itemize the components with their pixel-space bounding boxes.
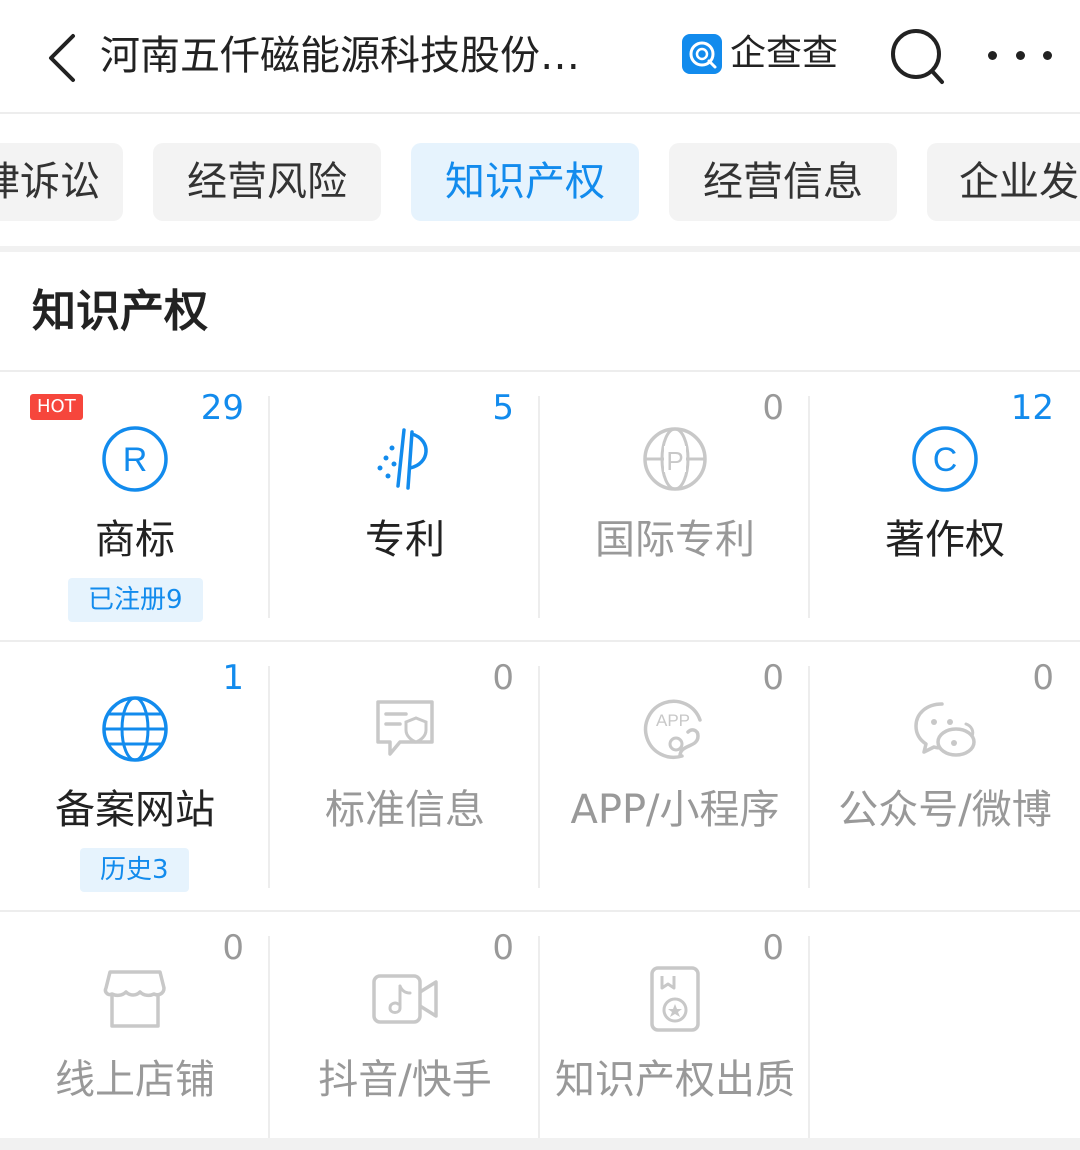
- brand-name: 企查查: [730, 33, 839, 74]
- item-label: 国际专利: [595, 517, 755, 563]
- item-count: 5: [492, 388, 514, 428]
- tab-enterprise-dev[interactable]: 企业发: [927, 143, 1080, 221]
- svg-text:C: C: [933, 441, 958, 479]
- grid-row: 0 线上店铺 0 抖音/快手 0 知识产权出质: [0, 912, 1080, 1150]
- page-title: 河南五仟磁能源科技股份…: [100, 33, 580, 79]
- divider: [0, 246, 1080, 252]
- bottom-divider: [0, 1138, 1080, 1150]
- pledge-icon: [640, 964, 710, 1034]
- item-label: 专利: [365, 517, 445, 563]
- more-dots-icon: [988, 50, 997, 60]
- chevron-left-icon: [49, 34, 75, 82]
- grid-item-online-store[interactable]: 0 线上店铺: [0, 912, 270, 1150]
- grid-item-app[interactable]: 0 APP APP/小程序: [540, 642, 810, 910]
- globe-icon: [100, 694, 170, 764]
- qcc-logo-icon: [682, 34, 722, 74]
- grid-item-intl-patent[interactable]: 0 P 国际专利: [540, 372, 810, 640]
- more-dot: [1043, 50, 1052, 60]
- grid-item-wechat-weibo[interactable]: 0 公众号/微博: [810, 642, 1080, 910]
- brand-logo: 企查查: [682, 32, 838, 76]
- app-icon: APP: [640, 694, 710, 764]
- item-count: 0: [222, 928, 244, 968]
- store-icon: [100, 964, 170, 1034]
- tab-litigation[interactable]: 律诉讼: [0, 143, 123, 221]
- item-label: 抖音/快手: [318, 1057, 492, 1103]
- standard-icon: [370, 694, 440, 764]
- grid-item-ip-pledge[interactable]: 0 知识产权出质: [540, 912, 810, 1150]
- item-label: 标准信息: [325, 787, 485, 833]
- item-sub-badge[interactable]: 已注册9: [68, 578, 203, 622]
- divider: [808, 936, 810, 1150]
- item-sub-badge[interactable]: 历史3: [80, 848, 189, 892]
- item-label: 备案网站: [55, 787, 215, 833]
- video-icon: [370, 964, 440, 1034]
- tab-business-info[interactable]: 经营信息: [669, 143, 897, 221]
- item-label: 著作权: [885, 517, 1005, 563]
- hot-badge: HOT: [30, 394, 83, 420]
- item-label: 知识产权出质: [555, 1057, 795, 1103]
- section-title: 知识产权: [32, 286, 208, 337]
- grid-item-website[interactable]: 1 备案网站 历史3: [0, 642, 270, 910]
- grid-item-standard[interactable]: 0 标准信息: [270, 642, 540, 910]
- item-count: 0: [492, 928, 514, 968]
- item-count: 1: [222, 658, 244, 698]
- item-count: 0: [762, 658, 784, 698]
- item-label: APP/小程序: [570, 787, 780, 833]
- item-count: 29: [200, 388, 244, 428]
- svg-text:APP: APP: [656, 711, 690, 730]
- tab-business-risk[interactable]: 经营风险: [153, 143, 381, 221]
- grid-row: HOT 29 R 商标 已注册9 5 专利 0 P 国际专利 12 C 著作权: [0, 372, 1080, 642]
- grid-item-patent[interactable]: 5 专利: [270, 372, 540, 640]
- app-header: 河南五仟磁能源科技股份… 企查查: [0, 0, 1080, 114]
- search-button[interactable]: [886, 24, 952, 90]
- weibo-icon: [910, 694, 980, 764]
- copyright-icon: C: [910, 424, 980, 494]
- category-tabs: 律诉讼 经营风险 知识产权 经营信息 企业发: [0, 116, 1080, 246]
- patent-icon: [370, 424, 440, 494]
- more-button[interactable]: [988, 30, 1052, 80]
- item-count: 0: [762, 388, 784, 428]
- item-label: 公众号/微博: [838, 787, 1052, 833]
- grid-item-short-video[interactable]: 0 抖音/快手: [270, 912, 540, 1150]
- item-count: 0: [1032, 658, 1054, 698]
- grid-item-copyright[interactable]: 12 C 著作权: [810, 372, 1080, 640]
- item-count: 0: [492, 658, 514, 698]
- item-label: 商标: [95, 517, 175, 563]
- back-button[interactable]: [40, 30, 84, 86]
- search-icon: [891, 29, 944, 84]
- item-count: 12: [1010, 388, 1054, 428]
- grid-item-trademark[interactable]: HOT 29 R 商标 已注册9: [0, 372, 270, 640]
- item-label: 线上店铺: [55, 1057, 215, 1103]
- item-count: 0: [762, 928, 784, 968]
- more-dot: [1015, 50, 1025, 60]
- tab-intellectual-property[interactable]: 知识产权: [411, 143, 639, 221]
- registered-icon: R: [100, 424, 170, 494]
- intl-patent-icon: P: [640, 424, 710, 494]
- svg-text:P: P: [666, 446, 683, 476]
- svg-text:R: R: [123, 441, 148, 479]
- grid-row: 1 备案网站 历史3 0 标准信息 0 APP APP/小程序 0 公众号/微博: [0, 642, 1080, 912]
